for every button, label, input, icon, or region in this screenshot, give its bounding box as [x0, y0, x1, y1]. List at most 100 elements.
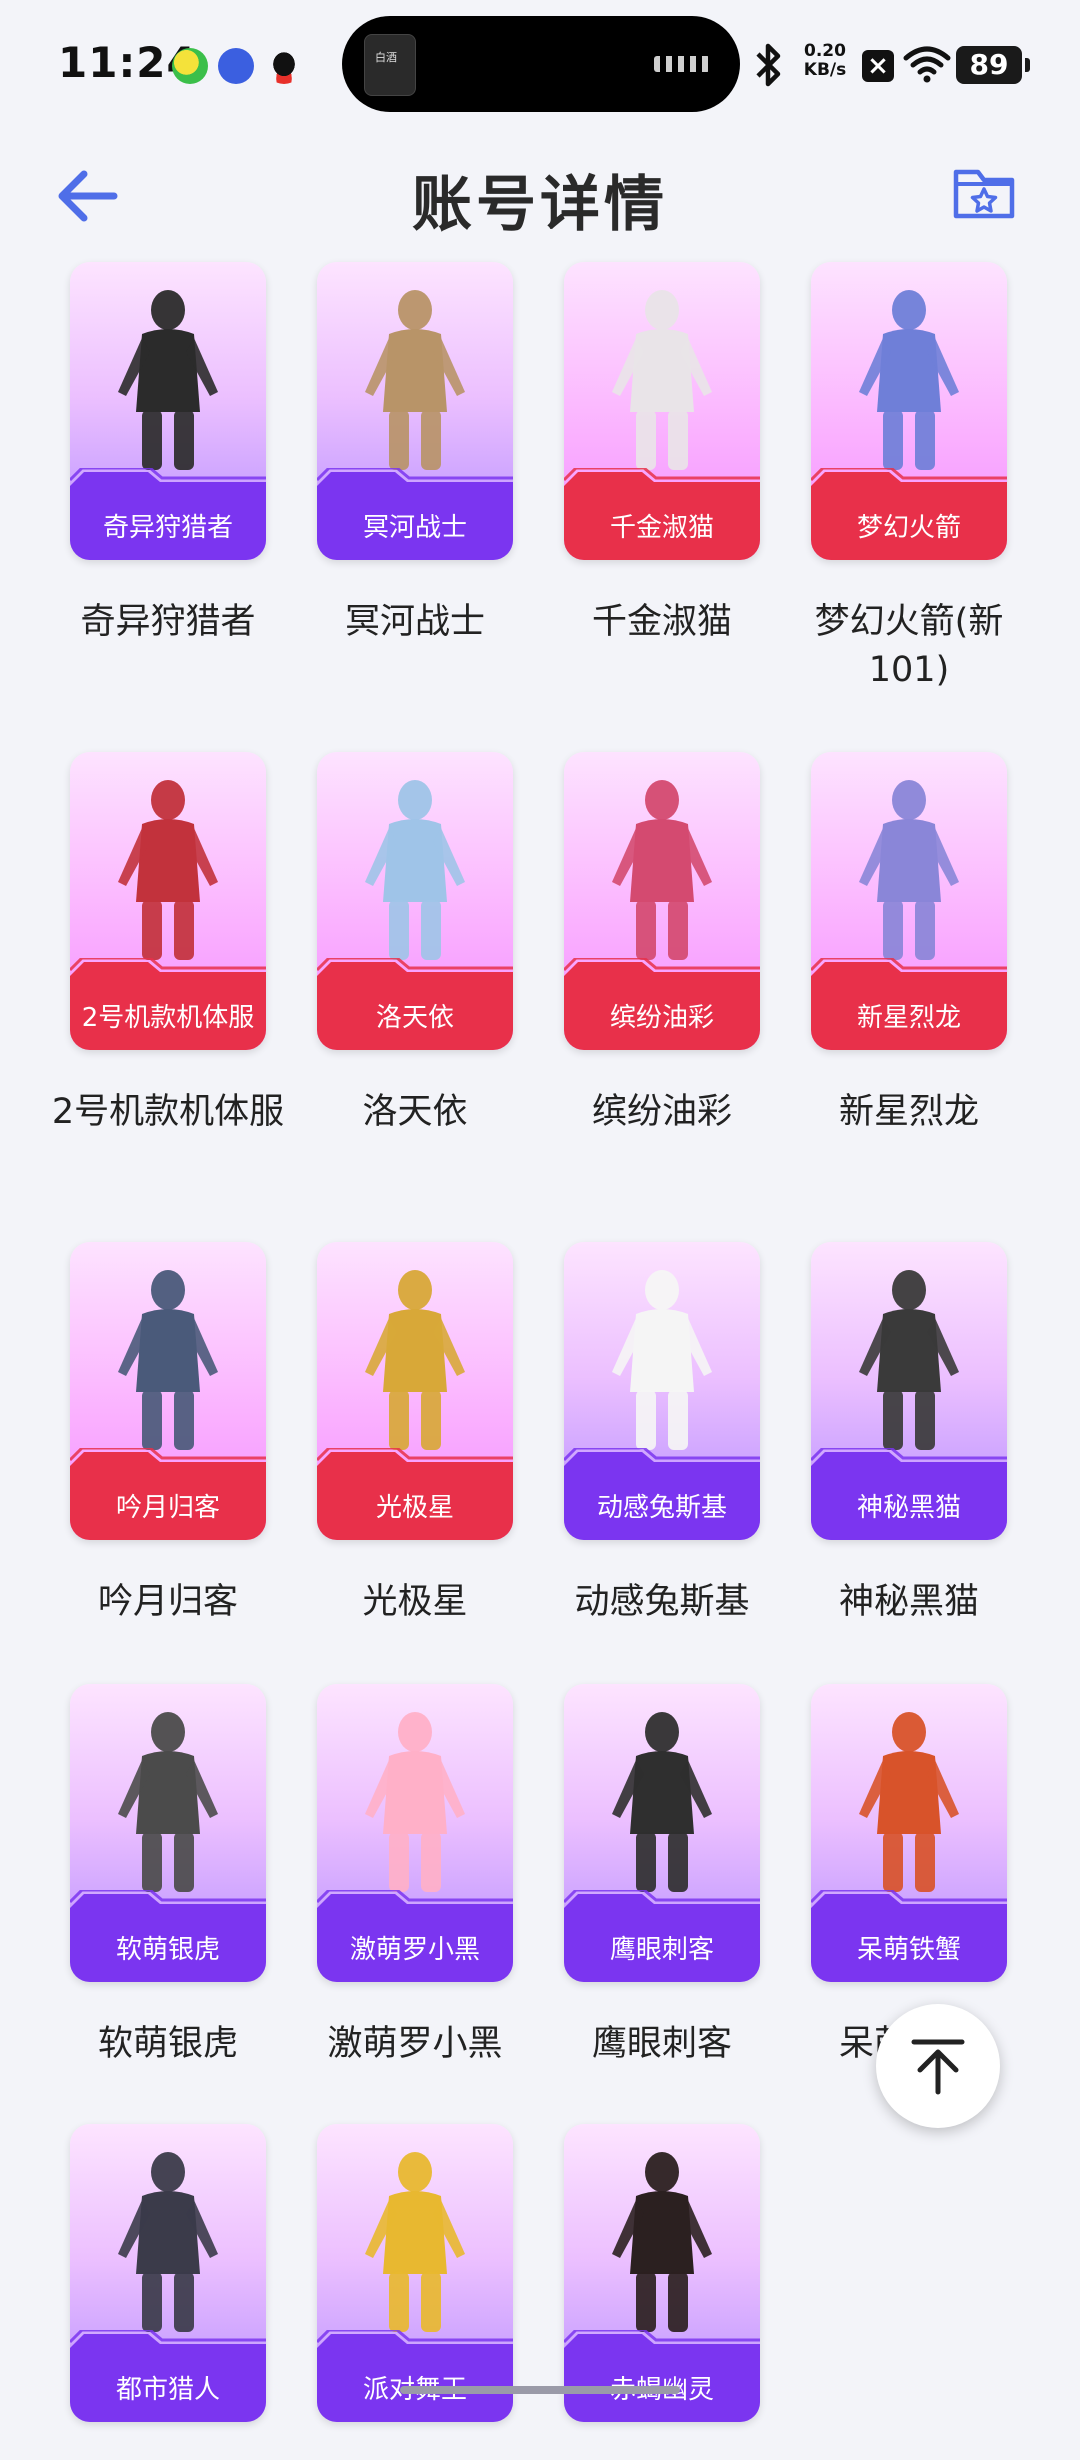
- outfit-item[interactable]: 光极星 光极星: [291, 1242, 539, 1626]
- outfit-card[interactable]: 光极星: [317, 1242, 513, 1540]
- outfit-card[interactable]: 梦幻火箭: [811, 262, 1007, 560]
- outfit-card[interactable]: 动感兔斯基: [564, 1242, 760, 1540]
- outfit-card[interactable]: 2号机款机体服: [70, 752, 266, 1050]
- outfit-image: [118, 1712, 218, 1892]
- outfit-card[interactable]: 神秘黑猫: [811, 1242, 1007, 1540]
- outfit-card-ribbon: 鹰眼刺客: [564, 1890, 760, 1982]
- media-thumbnail: 白酒: [364, 34, 416, 96]
- net-speed-unit: KB/s: [803, 60, 847, 80]
- outfit-image: [859, 290, 959, 470]
- outfit-image: [365, 2152, 465, 2332]
- outfit-card[interactable]: 新星烈龙: [811, 752, 1007, 1050]
- outfit-name: 激萌罗小黑: [327, 2024, 503, 2064]
- outfit-card[interactable]: 吟月归客: [70, 1242, 266, 1540]
- outfit-name: 梦幻火箭(新101): [814, 602, 1004, 690]
- outfit-card-label: 缤纷油彩: [609, 1003, 714, 1033]
- outfit-card[interactable]: 冥河战士: [317, 262, 513, 560]
- outfit-item[interactable]: 都市猎人: [44, 2124, 292, 2460]
- net-speed: 0.20 KB/s: [800, 42, 850, 80]
- outfit-card-label: 奇异狩猎者: [102, 513, 233, 543]
- outfit-card-ribbon: 千金淑猫: [564, 468, 760, 560]
- media-thumbnail-text: 白酒: [375, 51, 397, 64]
- outfit-card[interactable]: 千金淑猫: [564, 262, 760, 560]
- outfit-name: 洛天依: [362, 1092, 468, 1132]
- outfit-card-label: 冥河战士: [362, 513, 467, 543]
- blue-app-icon: [218, 48, 254, 84]
- qq-icon: [266, 48, 302, 84]
- battery-icon: 89: [956, 46, 1030, 84]
- outfit-card-label: 千金淑猫: [609, 513, 714, 543]
- outfit-name: 千金淑猫: [591, 602, 732, 642]
- outfit-item[interactable]: 鹰眼刺客 鹰眼刺客: [538, 1684, 786, 2068]
- outfit-card[interactable]: 鹰眼刺客: [564, 1684, 760, 1982]
- outfit-card-ribbon: 神秘黑猫: [811, 1448, 1007, 1540]
- outfit-card-ribbon: 呆萌铁蟹: [811, 1890, 1007, 1982]
- outfit-item[interactable]: 缤纷油彩 缤纷油彩: [538, 752, 786, 1136]
- outfit-card[interactable]: 奇异狩猎者: [70, 262, 266, 560]
- outfit-image: [612, 1712, 712, 1892]
- outfit-image: [612, 1270, 712, 1450]
- outfit-item[interactable]: 新星烈龙 新星烈龙: [785, 752, 1033, 1136]
- outfit-name: 奇异狩猎者: [80, 602, 256, 642]
- outfit-item[interactable]: 赤蝎幽灵: [538, 2124, 786, 2460]
- outfit-name: 光极星: [362, 1582, 468, 1622]
- outfit-image: [612, 780, 712, 960]
- outfit-image: [118, 780, 218, 960]
- outfit-item[interactable]: 千金淑猫 千金淑猫: [538, 262, 786, 646]
- outfit-item[interactable]: 洛天依 洛天依: [291, 752, 539, 1136]
- outfit-item[interactable]: 冥河战士 冥河战士: [291, 262, 539, 646]
- outfit-image: [365, 780, 465, 960]
- outfit-item[interactable]: 动感兔斯基 动感兔斯基: [538, 1242, 786, 1626]
- green-app-icon: [172, 48, 208, 84]
- outfit-card-ribbon: 吟月归客: [70, 1448, 266, 1540]
- outfit-card[interactable]: 派对舞王: [317, 2124, 513, 2422]
- outfit-card[interactable]: 赤蝎幽灵: [564, 2124, 760, 2422]
- outfit-card-ribbon: 软萌银虎: [70, 1890, 266, 1982]
- outfit-name: 2号机款机体服: [51, 1092, 285, 1132]
- outfit-item[interactable]: 神秘黑猫 神秘黑猫: [785, 1242, 1033, 1626]
- header: 账号详情: [0, 130, 1080, 250]
- outfit-image: [365, 1270, 465, 1450]
- outfit-item[interactable]: 派对舞王: [291, 2124, 539, 2460]
- outfit-card-ribbon: 冥河战士: [317, 468, 513, 560]
- outfit-item[interactable]: 奇异狩猎者 奇异狩猎者: [44, 262, 292, 646]
- outfit-card-ribbon: 2号机款机体服: [70, 958, 266, 1050]
- dynamic-island[interactable]: 白酒: [342, 16, 740, 112]
- outfit-card[interactable]: 呆萌铁蟹: [811, 1684, 1007, 1982]
- outfit-card-label: 激萌罗小黑: [349, 1935, 480, 1965]
- outfit-item[interactable]: 激萌罗小黑 激萌罗小黑: [291, 1684, 539, 2068]
- folder-star-icon[interactable]: [948, 156, 1020, 228]
- outfit-item[interactable]: 软萌银虎 软萌银虎: [44, 1684, 292, 2068]
- outfit-name: 软萌银虎: [97, 2024, 238, 2064]
- outfit-card-label: 洛天依: [375, 1003, 454, 1033]
- outfit-name: 鹰眼刺客: [591, 2024, 732, 2064]
- outfit-card-ribbon: 动感兔斯基: [564, 1448, 760, 1540]
- bluetooth-icon: [756, 43, 781, 87]
- outfit-card-ribbon: 激萌罗小黑: [317, 1890, 513, 1982]
- outfit-name: 缤纷油彩: [591, 1092, 732, 1132]
- outfit-image: [612, 2152, 712, 2332]
- outfit-image: [859, 780, 959, 960]
- outfit-name: 神秘黑猫: [838, 1582, 979, 1622]
- scroll-to-top-button[interactable]: [876, 2004, 1000, 2128]
- outfit-item[interactable]: 梦幻火箭梦幻火箭(新101): [785, 262, 1033, 694]
- outfit-image: [365, 290, 465, 470]
- outfit-card[interactable]: 缤纷油彩: [564, 752, 760, 1050]
- outfit-card[interactable]: 洛天依: [317, 752, 513, 1050]
- outfit-card-ribbon: 奇异狩猎者: [70, 468, 266, 560]
- page-title: 账号详情: [412, 170, 668, 240]
- outfit-card[interactable]: 激萌罗小黑: [317, 1684, 513, 1982]
- outfit-card-label: 呆萌铁蟹: [856, 1935, 961, 1965]
- scroll-to-top-icon: [911, 2039, 965, 2095]
- outfit-card-label: 光极星: [375, 1493, 454, 1523]
- outfit-card-label: 鹰眼刺客: [609, 1935, 714, 1965]
- status-bar: 11:24 白酒 0.20 KB/s × 89: [0, 0, 1080, 130]
- outfit-item[interactable]: 2号机款机体服 2号机款机体服: [44, 752, 292, 1136]
- outfit-item[interactable]: 吟月归客 吟月归客: [44, 1242, 292, 1626]
- outfit-card[interactable]: 软萌银虎: [70, 1684, 266, 1982]
- outfit-card[interactable]: 都市猎人: [70, 2124, 266, 2422]
- net-speed-value: 0.20: [804, 41, 846, 61]
- home-indicator[interactable]: [400, 2386, 680, 2394]
- outfit-image: [612, 290, 712, 470]
- outfit-card-label: 神秘黑猫: [856, 1493, 961, 1523]
